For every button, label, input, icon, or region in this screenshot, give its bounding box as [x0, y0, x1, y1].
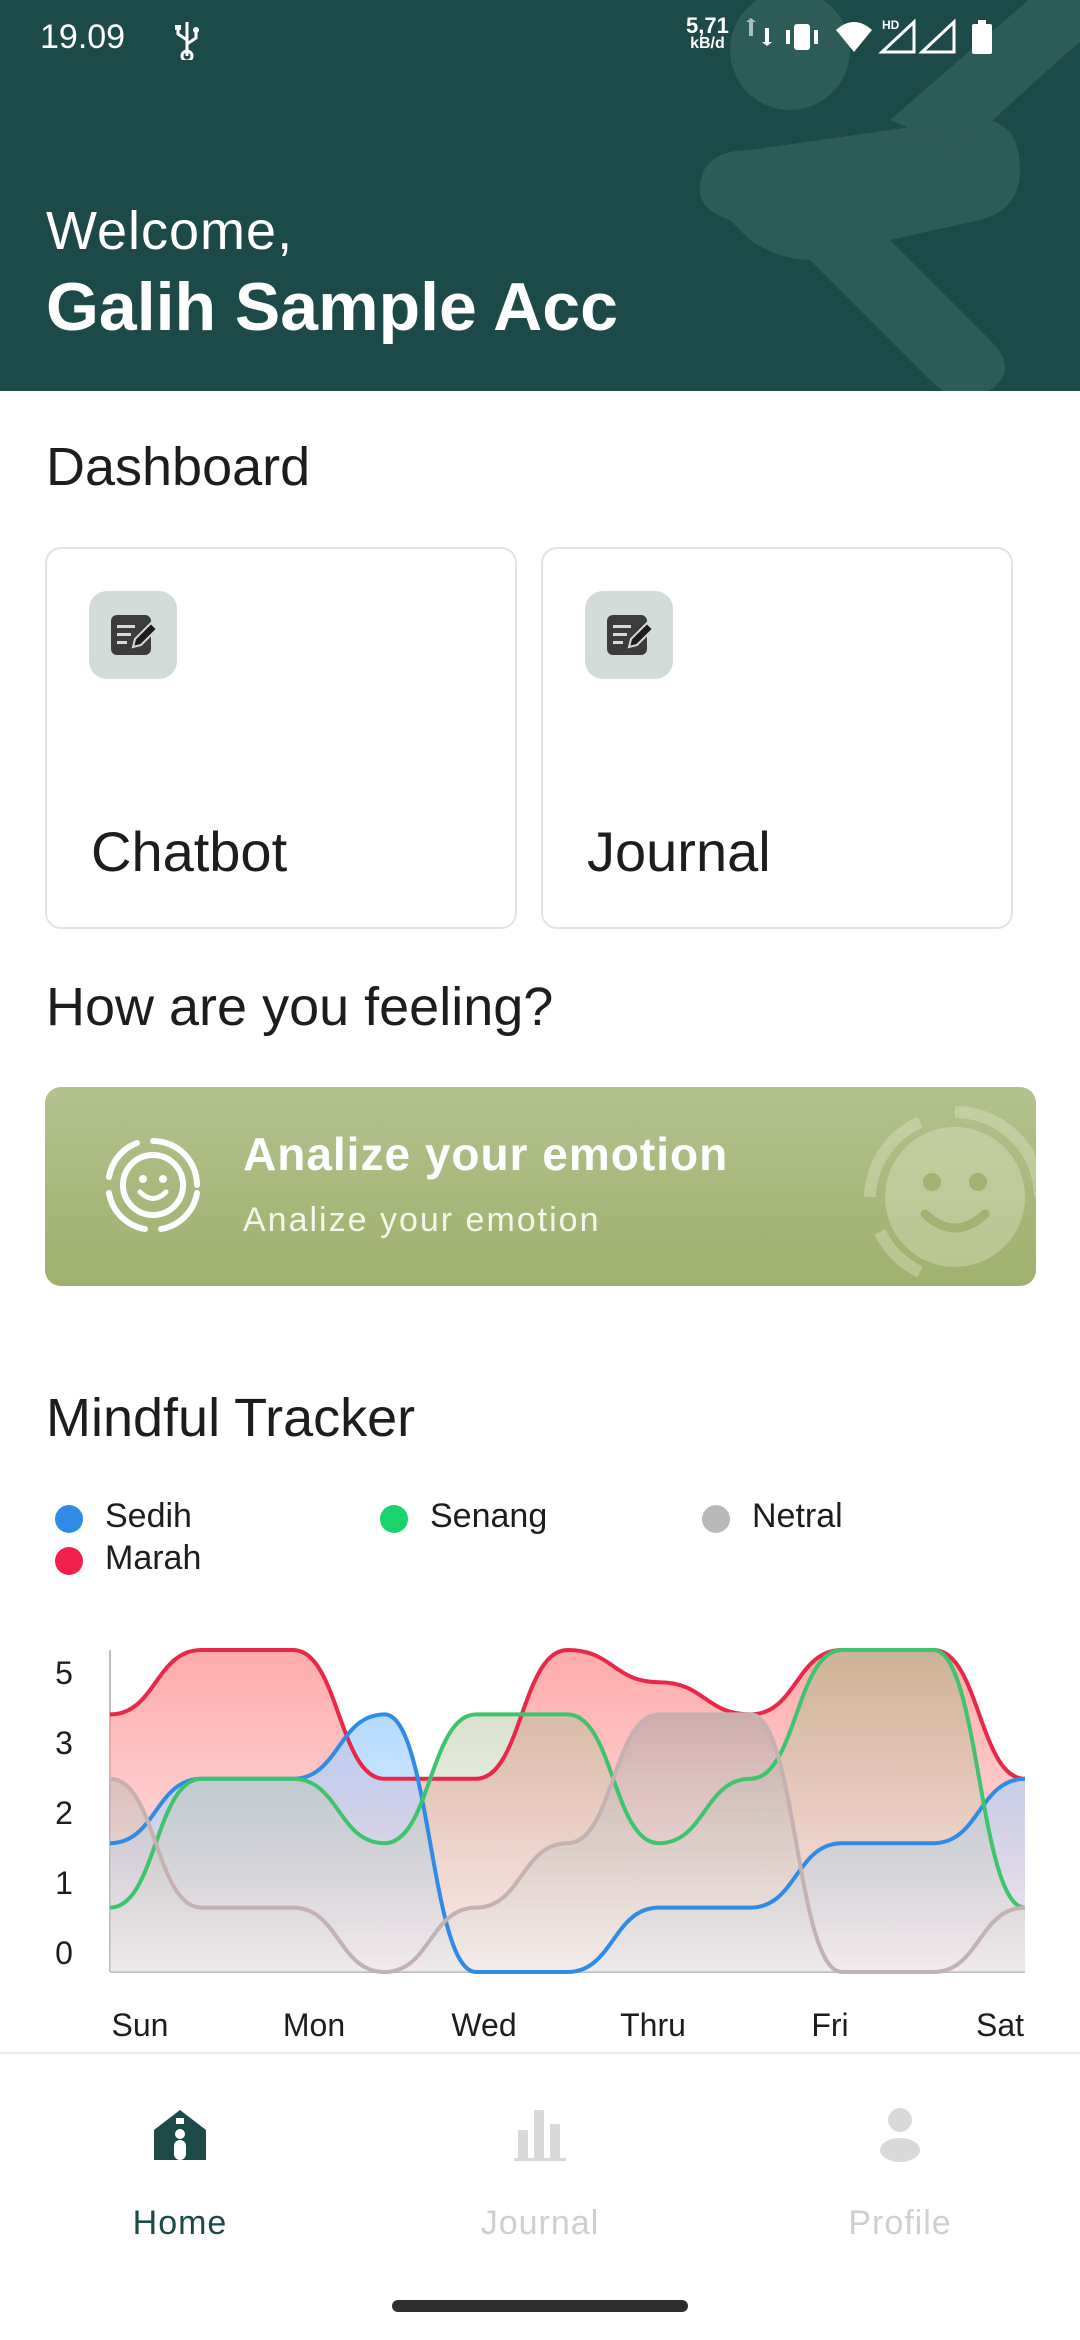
person-icon [880, 2108, 920, 2162]
legend-dot [702, 1505, 730, 1533]
analyze-emotion-subtitle: Analize your emotion [243, 1201, 601, 1239]
vibrate-icon [786, 24, 818, 50]
gesture-navigation-bar[interactable] [392, 2300, 688, 2312]
network-speed-value: 5,71 [686, 13, 729, 38]
legend-dot [55, 1547, 83, 1575]
legend-label: Sedih [105, 1497, 192, 1535]
welcome-header: 19.09 5,71 kB/d HD Welcome, Galih Sample… [0, 0, 1080, 391]
user-name: Galih Sample Acc [46, 269, 618, 345]
nav-label-home: Home [132, 2204, 228, 2242]
mood-area-chart: 5 3 2 1 0 Sun Mon Wed Thru Fri Sat [55, 1647, 1026, 2043]
nav-item-profile[interactable]: Profile [720, 2054, 1080, 2254]
x-tick-label: Wed [451, 2007, 516, 2043]
bottom-navigation: Home Journal Profile [0, 2052, 1080, 2340]
smiley-face-icon [864, 1106, 1036, 1278]
chatbot-card-label: Chatbot [91, 820, 288, 883]
analyze-emotion-button[interactable]: Analize your emotion Analize your emotio… [45, 1087, 1036, 1286]
x-tick-label: Thru [620, 2007, 686, 2043]
network-speed-unit: kB/d [690, 35, 725, 52]
legend-label: Senang [430, 1497, 548, 1535]
status-bar: 19.09 5,71 kB/d HD [0, 0, 1080, 80]
x-tick-label: Fri [811, 2007, 848, 2043]
edit-note-icon [89, 591, 177, 679]
x-tick-label: Sat [976, 2007, 1024, 2043]
battery-icon [972, 20, 992, 54]
y-tick-label: 0 [55, 1935, 73, 1971]
y-tick-label: 5 [55, 1655, 73, 1691]
y-tick-label: 1 [55, 1865, 73, 1901]
system-status-icons: HD [746, 18, 992, 54]
signal-icon-2 [918, 18, 956, 54]
journal-card[interactable]: Journal [541, 547, 1013, 929]
legend-label: Netral [752, 1497, 843, 1535]
usb-icon [175, 22, 199, 60]
legend-label: Marah [105, 1539, 202, 1577]
x-tick-label: Sun [112, 2007, 169, 2043]
mindful-tracker-title: Mindful Tracker [46, 1388, 416, 1448]
analyze-emotion-title: Analize your emotion [243, 1128, 729, 1180]
wifi-icon [836, 22, 872, 52]
nav-label-journal: Journal [480, 2204, 600, 2242]
nav-item-journal[interactable]: Journal [360, 2054, 720, 2254]
network-type-label: HD [882, 18, 900, 32]
legend-dot [55, 1505, 83, 1533]
network-speed: 5,71 kB/d [686, 13, 729, 52]
home-icon [154, 2110, 206, 2160]
chatbot-card[interactable]: Chatbot [45, 547, 517, 929]
nav-label-profile: Profile [848, 2204, 952, 2242]
status-time: 19.09 [40, 18, 126, 56]
smiley-face-icon [106, 1138, 200, 1232]
welcome-text: Welcome, [46, 201, 294, 261]
nav-item-home[interactable]: Home [0, 2054, 360, 2254]
y-tick-label: 2 [55, 1795, 73, 1831]
x-tick-label: Mon [283, 2007, 345, 2043]
journal-card-label: Journal [587, 820, 771, 883]
legend-dot [380, 1505, 408, 1533]
feeling-title: How are you feeling? [46, 977, 554, 1037]
dashboard-title: Dashboard [46, 437, 311, 497]
bar-chart-icon [514, 2110, 566, 2161]
y-tick-label: 3 [55, 1725, 73, 1761]
edit-note-icon [585, 591, 673, 679]
data-transfer-icon [746, 18, 772, 46]
